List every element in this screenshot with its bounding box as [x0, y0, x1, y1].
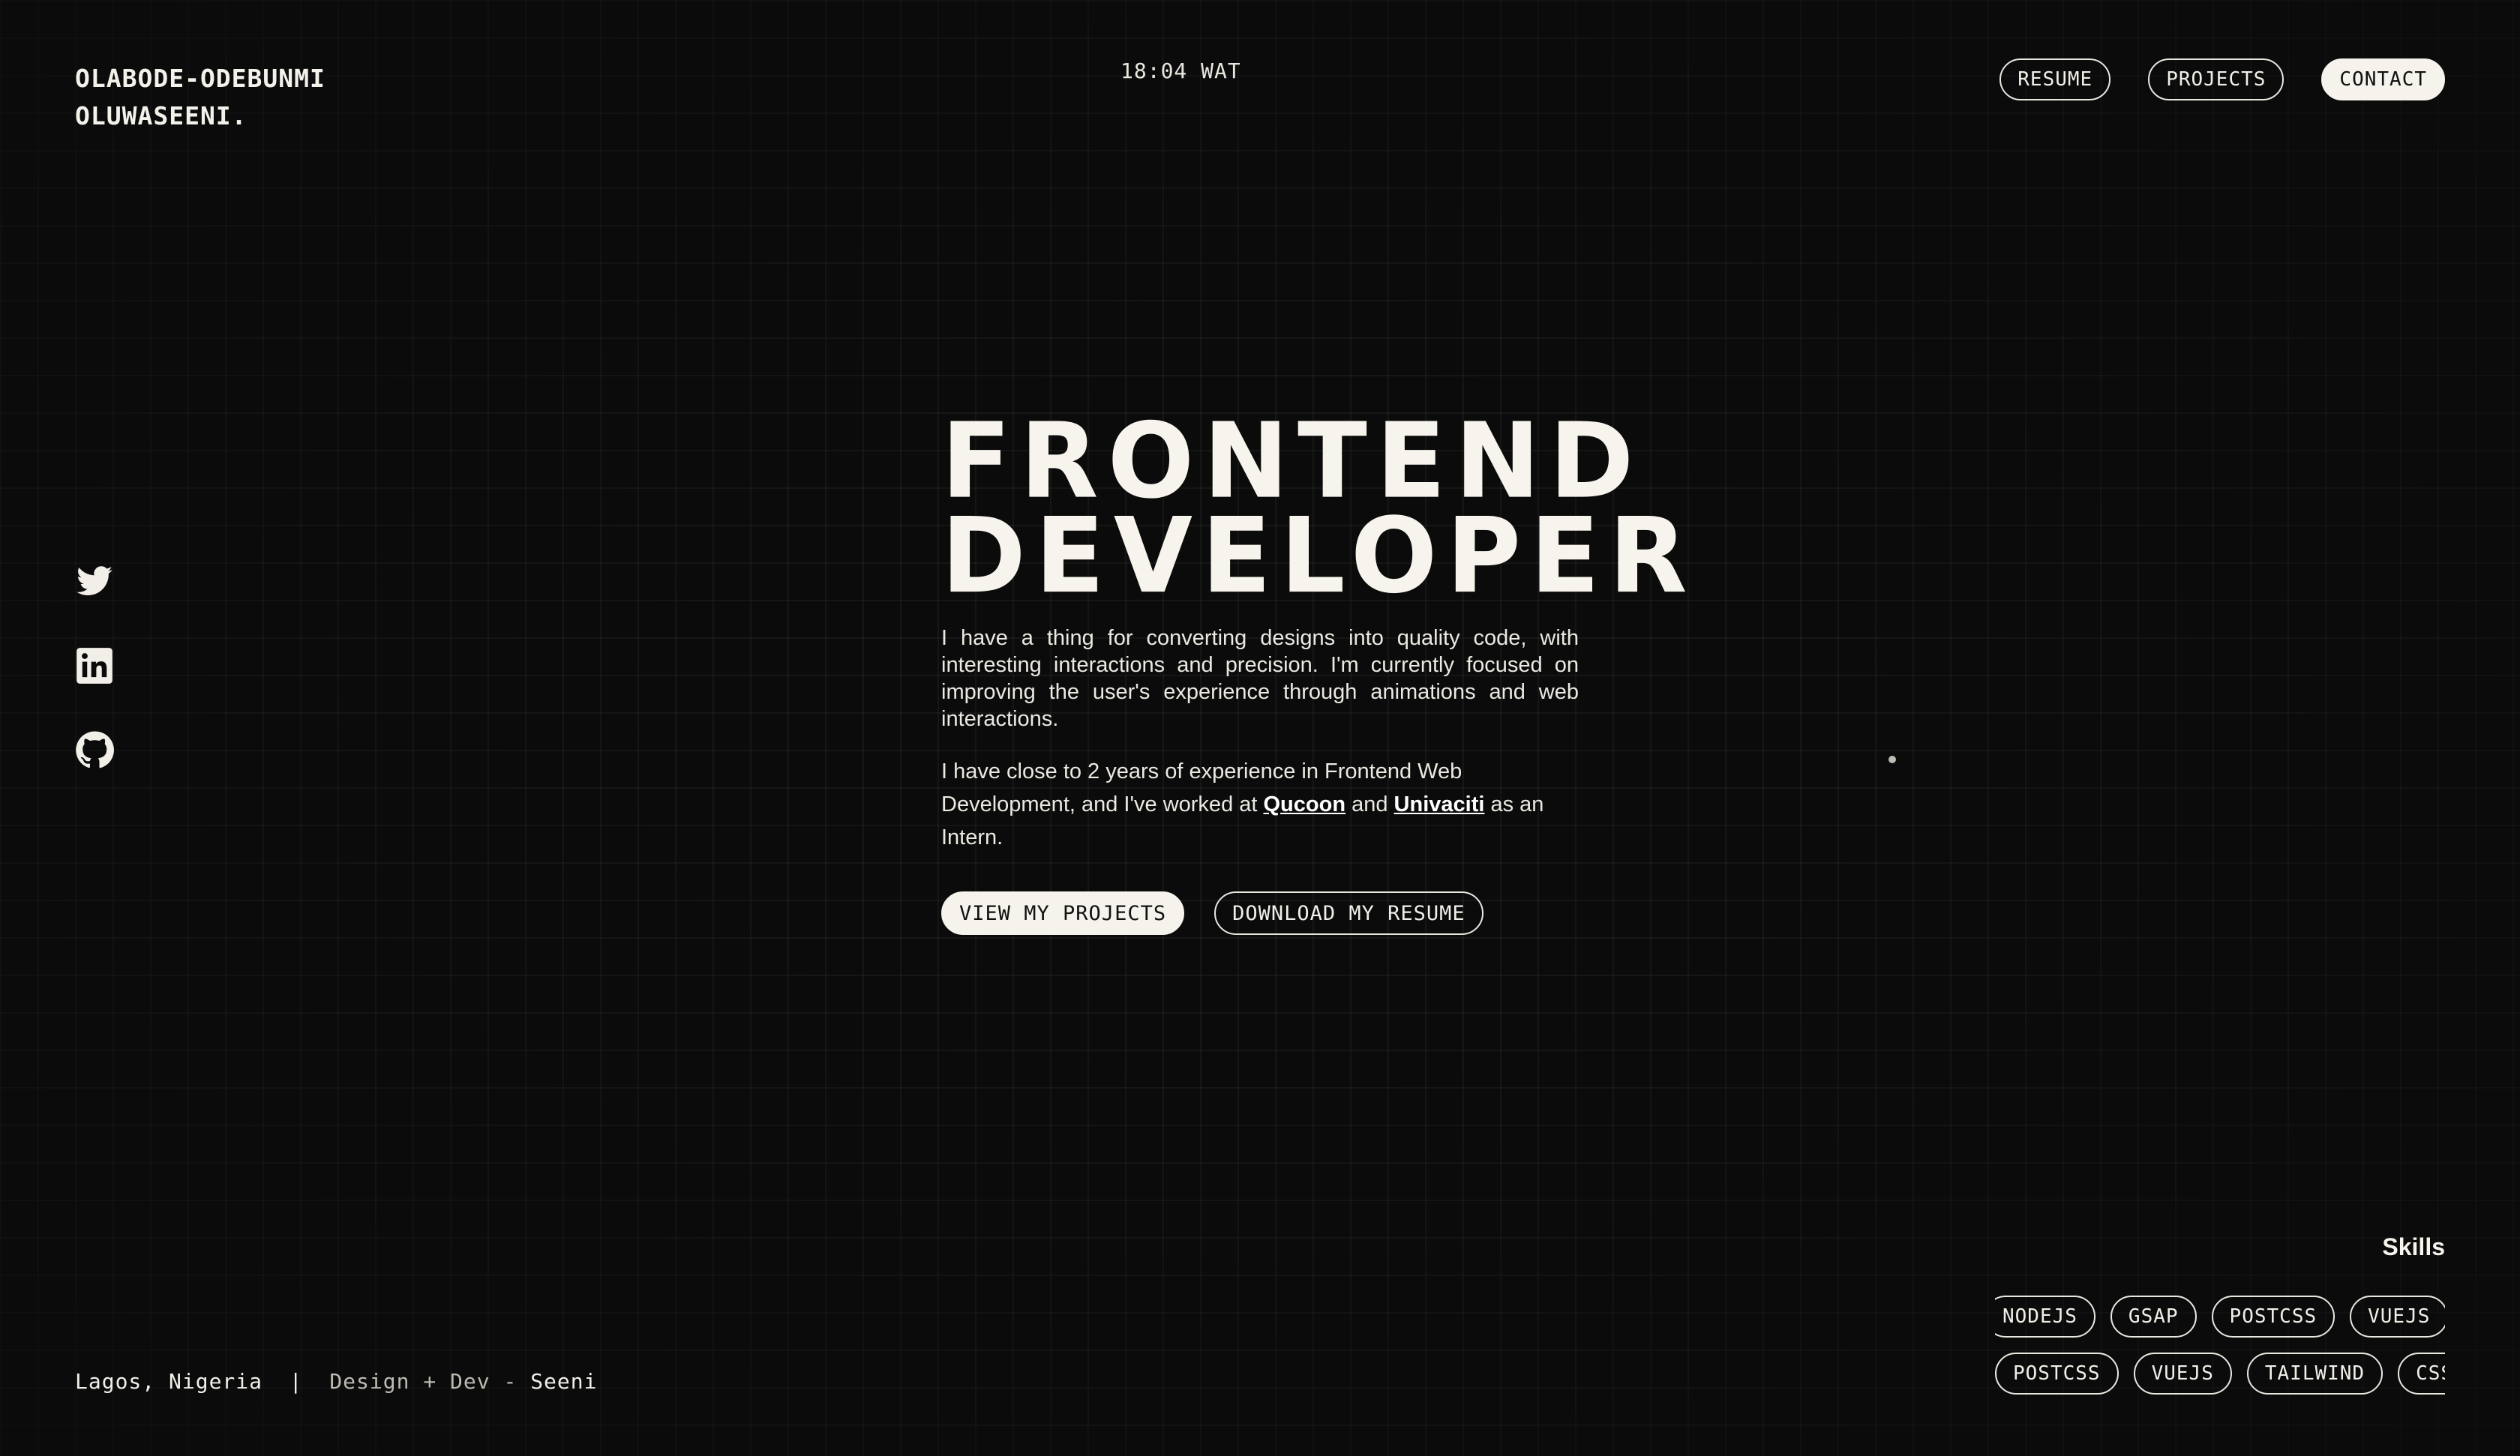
twitter-icon[interactable] — [75, 562, 114, 601]
name-line-2: OLUWASEENI. — [75, 101, 248, 130]
skill-tag: VUEJS — [2133, 1353, 2232, 1395]
view-projects-button[interactable]: VIEW MY PROJECTS — [941, 891, 1185, 935]
univaciti-link[interactable]: Univaciti — [1394, 792, 1485, 816]
skill-tag: POSTCSS — [2211, 1296, 2336, 1338]
hero-section: FRONTEND DEVELOPER I have a thing for co… — [941, 401, 1696, 935]
nav-resume-button[interactable]: RESUME — [2000, 58, 2111, 100]
skill-tag: VUEJS — [2350, 1296, 2445, 1338]
credit-prefix: Design + Dev - — [329, 1369, 531, 1394]
nav-contact-button[interactable]: CONTACT — [2321, 58, 2445, 100]
hero-title: FRONTEND DEVELOPER — [941, 401, 1696, 617]
skill-tag: POSTCSS — [1995, 1353, 2119, 1395]
hero-intro-paragraph: I have a thing for converting designs in… — [941, 626, 1579, 731]
footer-separator: | — [289, 1369, 303, 1394]
skills-marquee-row-1: NODEJS GSAP POSTCSS VUEJS — [1995, 1296, 2445, 1341]
hero-actions: VIEW MY PROJECTS DOWNLOAD MY RESUME — [941, 891, 1579, 935]
skill-tag: TAILWIND — [2246, 1353, 2384, 1395]
name-line-1: OLABODE-ODEBUNMI — [75, 64, 326, 93]
local-time: 18:04 WAT — [1120, 58, 1241, 83]
nav-projects-button[interactable]: PROJECTS — [2148, 58, 2284, 100]
location-text: Lagos, Nigeria — [75, 1369, 263, 1394]
experience-text-mid: and — [1346, 792, 1394, 816]
skill-tag: CSS — [2398, 1353, 2445, 1395]
social-links — [75, 562, 114, 769]
cursor-dot — [1888, 756, 1896, 763]
site-owner-name[interactable]: OLABODE-ODEBUNMI OLUWASEENI. — [75, 60, 326, 135]
github-icon[interactable] — [75, 730, 114, 769]
footer-location: Lagos, Nigeria | Design + Dev - Seeni — [75, 1369, 597, 1394]
hero-experience-paragraph: I have close to 2 years of experience in… — [941, 755, 1579, 854]
download-resume-button[interactable]: DOWNLOAD MY RESUME — [1214, 891, 1484, 935]
skill-tag: NODEJS — [1995, 1296, 2096, 1338]
top-nav: RESUME PROJECTS CONTACT — [2000, 58, 2445, 100]
credit-name: Seeni — [530, 1369, 598, 1394]
skill-tag: GSAP — [2110, 1296, 2197, 1338]
linkedin-icon[interactable] — [75, 646, 114, 685]
skills-heading: Skills — [2382, 1233, 2445, 1260]
qucoon-link[interactable]: Qucoon — [1264, 792, 1346, 816]
hero-title-line-1: FRONTEND — [941, 401, 1643, 523]
skills-marquee-row-2: POSTCSS VUEJS TAILWIND CSS — [1995, 1353, 2445, 1398]
hero-title-line-2: DEVELOPER — [941, 496, 1696, 617]
